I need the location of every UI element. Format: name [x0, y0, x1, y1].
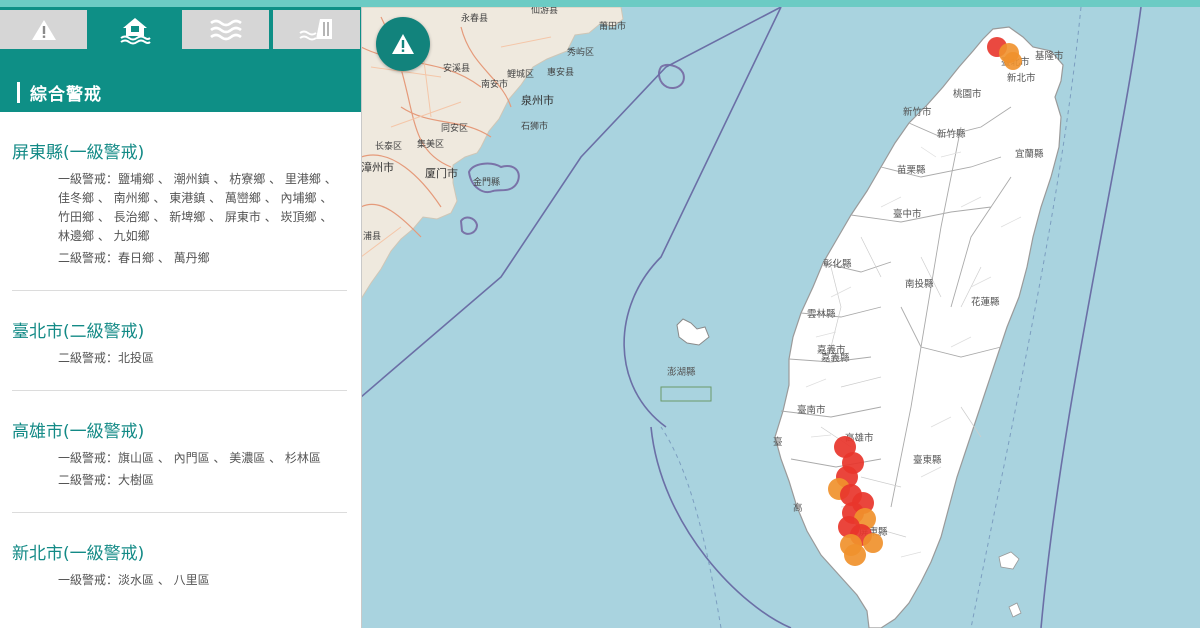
- water-waves-icon: [209, 19, 242, 40]
- warning-areas: 北投區: [118, 351, 155, 365]
- warning-areas: 旗山區 、 內門區 、 美濃區 、 杉林區: [118, 451, 321, 465]
- dam-icon: [298, 18, 332, 40]
- warning-level-row: 一級警戒：鹽埔鄉 、 潮州鎮 、 枋寮鄉 、 里港鄉 、 佳冬鄉 、 南州鄉 、…: [58, 170, 337, 246]
- map-warning-button[interactable]: [376, 17, 430, 71]
- warning-areas: 大樹區: [118, 473, 155, 487]
- warning-level-row: 二級警戒：大樹區: [58, 471, 337, 490]
- tab-reservoir[interactable]: [273, 10, 360, 49]
- map-label: 彰化縣: [823, 258, 852, 270]
- warning-level-row: 二級警戒：北投區: [58, 349, 337, 368]
- map-label: 安溪县: [443, 62, 470, 74]
- tab-warning[interactable]: [0, 10, 87, 49]
- county-item: 新北市(一級警戒) 一級警戒：淡水區 、 八里區: [12, 513, 347, 590]
- map-label: 漳州市: [361, 160, 394, 174]
- map-view[interactable]: 永春县 仙游县 莆田市 秀屿区 南安市 安溪县 鲤城区 惠安县 泉州市 石狮市 …: [361, 7, 1200, 628]
- warning-triangle-icon: [392, 34, 414, 54]
- county-title[interactable]: 臺北市(二級警戒): [12, 291, 347, 345]
- map-label: 长泰区: [375, 140, 402, 152]
- map-label: 臺東縣: [913, 454, 942, 466]
- warning-areas: 淡水區 、 八里區: [118, 573, 210, 587]
- map-label: 南投縣: [905, 278, 934, 290]
- map-label: 澎湖縣: [667, 366, 696, 378]
- map-label: 石狮市: [521, 120, 548, 132]
- map-label: 宜蘭縣: [1015, 148, 1044, 160]
- map-label: 惠安县: [547, 66, 574, 78]
- map-label: 秀屿区: [567, 46, 594, 58]
- warning-triangle-icon: [31, 19, 56, 40]
- warning-areas: 春日鄉 、 萬丹鄉: [118, 251, 210, 265]
- county-item: 屏東縣(一級警戒) 一級警戒：鹽埔鄉 、 潮州鎮 、 枋寮鄉 、 里港鄉 、 佳…: [12, 112, 347, 291]
- map-label: 新北市: [1007, 72, 1036, 84]
- county-item: 臺北市(二級警戒) 二級警戒：北投區: [12, 291, 347, 391]
- map-label: 同安区: [441, 122, 468, 134]
- map-label: 仙游县: [531, 7, 558, 16]
- map-canvas[interactable]: 永春县 仙游县 莆田市 秀屿区 南安市 安溪县 鲤城区 惠安县 泉州市 石狮市 …: [361, 7, 1200, 628]
- map-label: 臺南市: [797, 404, 826, 416]
- map-label: 基隆市: [1035, 50, 1064, 62]
- warning-level-label: 二級警戒：: [58, 473, 119, 487]
- map-label: 泉州市: [521, 93, 554, 107]
- county-warning-list: 屏東縣(一級警戒) 一級警戒：鹽埔鄉 、 潮州鎮 、 枋寮鄉 、 里港鄉 、 佳…: [0, 112, 361, 590]
- map-label: 永春县: [461, 12, 488, 24]
- tab-water-level[interactable]: [182, 10, 269, 49]
- flood-house-icon: [119, 17, 151, 44]
- panel-title: 綜合警戒: [30, 85, 102, 105]
- map-label: 莆田市: [599, 20, 626, 32]
- warning-marker-level2[interactable]: [844, 544, 866, 566]
- warning-level-label: 一級警戒：: [58, 451, 119, 465]
- map-label: 新竹市: [903, 106, 932, 118]
- warning-marker-level2[interactable]: [1004, 52, 1022, 70]
- map-label: 花蓮縣: [971, 296, 1000, 308]
- panel-header: 綜合警戒: [0, 49, 361, 112]
- map-label: 臺中市: [893, 208, 922, 220]
- map-label: 苗栗縣: [897, 165, 926, 176]
- map-label: 集美区: [417, 138, 444, 150]
- tab-flood-alert[interactable]: [91, 10, 178, 49]
- county-item: 高雄市(一級警戒) 一級警戒：旗山區 、 內門區 、 美濃區 、 杉林區 二級警…: [12, 391, 347, 513]
- map-label: 鲤城区: [507, 68, 534, 80]
- warning-level-label: 一級警戒：: [58, 573, 119, 587]
- map-label: 雲林縣: [807, 308, 836, 320]
- map-label: 金門縣: [473, 176, 500, 188]
- top-accent-bar: [0, 0, 1200, 7]
- warning-level-row: 二級警戒：春日鄉 、 萬丹鄉: [58, 249, 337, 268]
- map-label: 浦县: [363, 230, 381, 242]
- map-label: 厦门市: [425, 166, 458, 180]
- header-accent-bar: [17, 82, 20, 103]
- map-label: 高: [793, 502, 803, 514]
- warning-side-panel: 綜合警戒 屏東縣(一級警戒) 一級警戒：鹽埔鄉 、 潮州鎮 、 枋寮鄉 、 里港…: [0, 0, 362, 628]
- warning-marker-level2[interactable]: [863, 533, 883, 553]
- warning-level-label: 一級警戒：: [58, 172, 119, 186]
- warning-level-label: 二級警戒：: [58, 251, 119, 265]
- county-title[interactable]: 屏東縣(一級警戒): [12, 112, 347, 166]
- warning-level-row: 一級警戒：淡水區 、 八里區: [58, 571, 337, 590]
- map-label: 嘉義縣: [821, 352, 850, 364]
- map-label: 新竹縣: [937, 128, 966, 140]
- map-label: 南安市: [481, 78, 508, 90]
- county-title[interactable]: 新北市(一級警戒): [12, 513, 347, 567]
- map-label: 桃園市: [953, 88, 982, 100]
- map-label: 臺: [773, 436, 783, 448]
- county-title[interactable]: 高雄市(一級警戒): [12, 391, 347, 445]
- tab-bar: [0, 7, 361, 49]
- warning-level-row: 一級警戒：旗山區 、 內門區 、 美濃區 、 杉林區: [58, 449, 337, 468]
- warning-level-label: 二級警戒：: [58, 351, 119, 365]
